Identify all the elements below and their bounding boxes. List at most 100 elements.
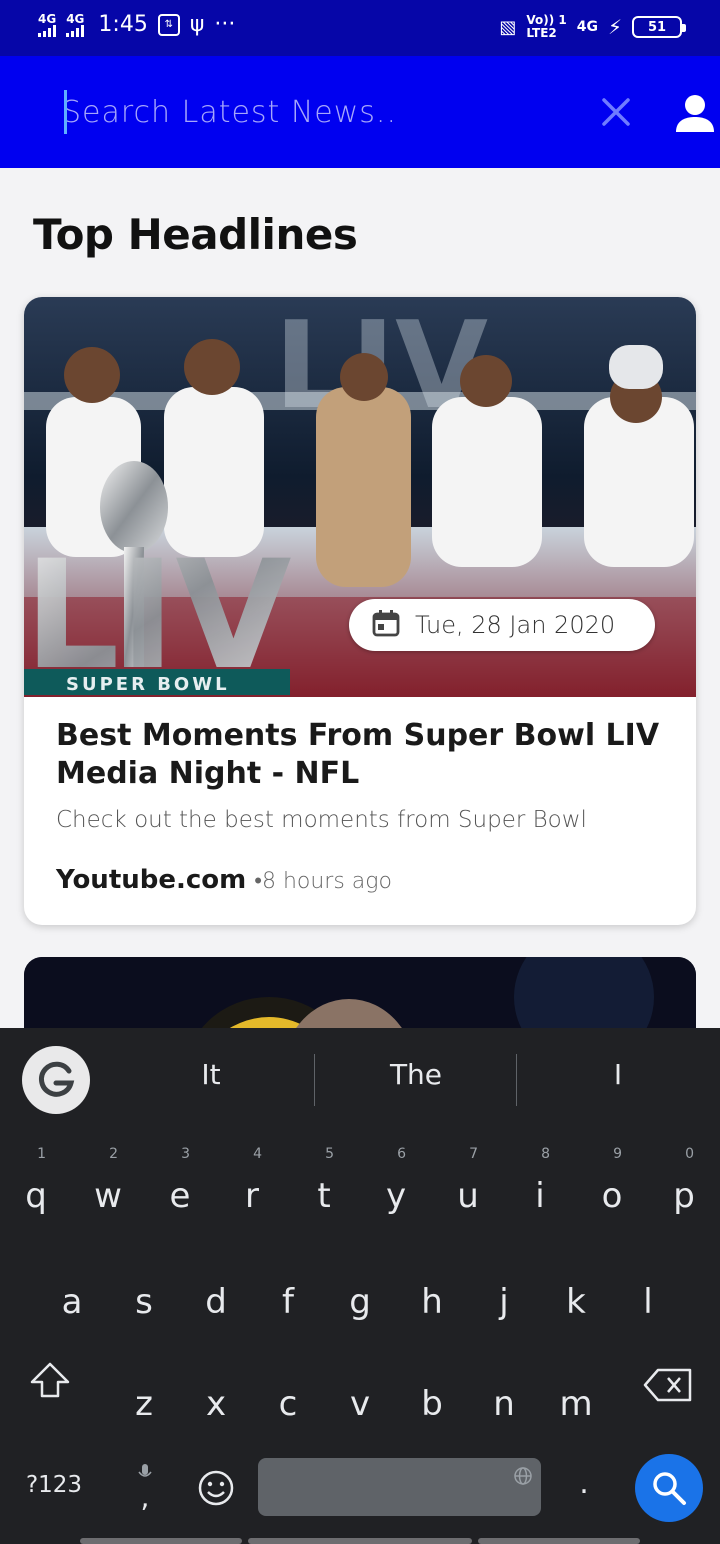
key-label: v <box>349 1384 371 1424</box>
search-input[interactable] <box>62 82 542 142</box>
key-u[interactable]: u7 <box>432 1146 504 1236</box>
key-q[interactable]: q1 <box>0 1146 72 1236</box>
key-number-hint: 5 <box>325 1146 334 1162</box>
more-notifications-icon: ··· <box>214 12 236 37</box>
news-time: •8 hours ago <box>254 869 392 894</box>
suggestion-divider <box>516 1054 517 1106</box>
key-w[interactable]: w2 <box>72 1146 144 1236</box>
key-number-hint: 0 <box>685 1146 694 1162</box>
nav-hint-line <box>248 1538 472 1544</box>
network-type-label: 4G <box>38 11 57 26</box>
key-number-hint: 8 <box>541 1146 550 1162</box>
key-c[interactable]: c <box>252 1354 324 1444</box>
app-bar <box>0 56 720 168</box>
globe-icon <box>513 1466 533 1490</box>
key-label: j <box>499 1282 509 1322</box>
key-i[interactable]: i8 <box>504 1146 576 1236</box>
key-z[interactable]: z <box>108 1354 180 1444</box>
backspace-key[interactable] <box>630 1366 706 1416</box>
key-label: m <box>559 1384 593 1424</box>
key-label: a <box>61 1282 83 1322</box>
key-label: q <box>25 1176 47 1216</box>
section-title: Top Headlines <box>33 210 358 259</box>
key-r[interactable]: r4 <box>216 1146 288 1236</box>
nav-hint-line <box>478 1538 640 1544</box>
key-k[interactable]: k <box>540 1252 612 1342</box>
key-label: s <box>135 1282 153 1322</box>
key-label: c <box>278 1384 298 1424</box>
comma-label: , <box>140 1481 150 1514</box>
space-key[interactable] <box>258 1458 541 1516</box>
news-description: Check out the best moments from Super Bo… <box>56 807 587 833</box>
network-type-label: 4G <box>66 11 85 26</box>
soft-keyboard: It The I q1w2e3r4t5y6u7i8o9p0 asdfghjkl … <box>0 1028 720 1544</box>
key-number-hint: 7 <box>469 1146 478 1162</box>
key-label: l <box>643 1282 653 1322</box>
comma-key[interactable]: , <box>120 1462 170 1522</box>
key-a[interactable]: a <box>36 1252 108 1342</box>
battery-icon: 51 <box>632 16 686 39</box>
gboard-g-icon[interactable] <box>22 1046 90 1114</box>
key-o[interactable]: o9 <box>576 1146 648 1236</box>
key-h[interactable]: h <box>396 1252 468 1342</box>
date-badge: Tue, 28 Jan 2020 <box>349 599 655 651</box>
battery-level: 51 <box>647 19 667 35</box>
key-e[interactable]: e3 <box>144 1146 216 1236</box>
key-x[interactable]: x <box>180 1354 252 1444</box>
key-label: d <box>205 1282 227 1322</box>
key-number-hint: 1 <box>37 1146 46 1162</box>
key-label: h <box>421 1282 443 1322</box>
key-label: w <box>94 1176 122 1216</box>
key-n[interactable]: n <box>468 1354 540 1444</box>
key-label: k <box>566 1282 586 1322</box>
signal-bars-icon <box>38 24 56 37</box>
signal-bars-icon <box>66 24 85 37</box>
key-l[interactable]: l <box>612 1252 684 1342</box>
key-label: t <box>317 1176 331 1216</box>
key-j[interactable]: j <box>468 1252 540 1342</box>
key-g[interactable]: g <box>324 1252 396 1342</box>
key-label: x <box>205 1384 227 1424</box>
suggestion-item[interactable]: The <box>316 1058 516 1091</box>
news-title[interactable]: Best Moments From Super Bowl LIV Media N… <box>56 717 666 793</box>
lte-label: LTE2 <box>526 26 557 41</box>
key-label: p <box>673 1176 695 1216</box>
key-number-hint: 2 <box>109 1146 118 1162</box>
suggestion-divider <box>314 1054 315 1106</box>
suggestion-item[interactable]: It <box>111 1058 311 1091</box>
period-key[interactable]: . <box>562 1466 606 1501</box>
status-left: 4G 4G 1:45 ⇅ ψ ··· <box>38 12 235 37</box>
key-label: z <box>135 1384 153 1424</box>
symbols-key[interactable]: ?123 <box>14 1472 94 1498</box>
key-p[interactable]: p0 <box>648 1146 720 1236</box>
news-card-image: LIV SUPER BOWL Tue, 28 Jan 2020 <box>24 297 696 703</box>
key-number-hint: 4 <box>253 1146 262 1162</box>
volte-indicator: Vo)) 1 LTE2 <box>526 13 566 41</box>
key-y[interactable]: y6 <box>360 1146 432 1236</box>
key-t[interactable]: t5 <box>288 1146 360 1236</box>
key-v[interactable]: v <box>324 1354 396 1444</box>
key-label: f <box>282 1282 294 1322</box>
charging-icon: ⚡ <box>607 15 622 40</box>
suggestion-item[interactable]: I <box>518 1058 718 1091</box>
calendar-icon <box>371 608 401 642</box>
signal-2: 4G <box>66 13 84 37</box>
key-label: i <box>535 1176 545 1216</box>
news-card[interactable]: LIV SUPER BOWL Tue, 28 Jan 2020 Best Mom… <box>24 297 696 925</box>
news-meta: Youtube.com •8 hours ago <box>56 865 392 895</box>
person-icon[interactable] <box>672 92 718 138</box>
data-saver-icon: ⇅ <box>157 13 180 36</box>
news-source: Youtube.com <box>56 865 247 895</box>
key-f[interactable]: f <box>252 1252 324 1342</box>
network-type-label: 4G <box>576 19 598 36</box>
close-icon[interactable] <box>596 92 636 132</box>
search-icon[interactable] <box>635 1454 703 1522</box>
key-s[interactable]: s <box>108 1252 180 1342</box>
key-m[interactable]: m <box>540 1354 612 1444</box>
key-b[interactable]: b <box>396 1354 468 1444</box>
status-right: ▧ Vo)) 1 LTE2 4G ⚡ 51 <box>499 13 686 41</box>
emoji-key[interactable] <box>194 1468 238 1512</box>
shift-key[interactable] <box>14 1360 86 1420</box>
key-label: n <box>493 1384 515 1424</box>
key-d[interactable]: d <box>180 1252 252 1342</box>
